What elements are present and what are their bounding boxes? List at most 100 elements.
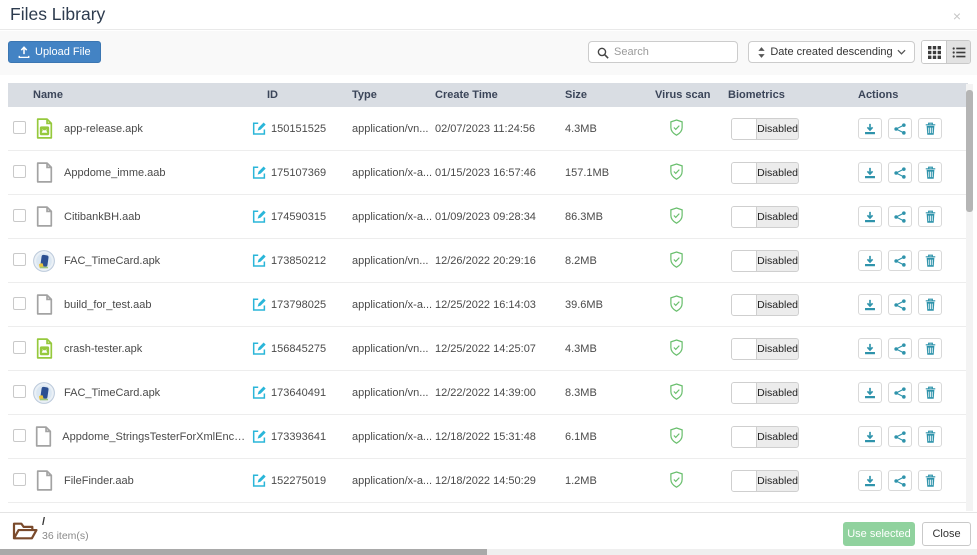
row-checkbox[interactable] xyxy=(13,120,26,134)
biometrics-toggle[interactable]: Disabled xyxy=(731,381,799,404)
biometrics-cell: Disabled xyxy=(728,161,858,184)
share-button[interactable] xyxy=(888,294,912,315)
row-checkbox[interactable] xyxy=(13,252,26,266)
share-icon xyxy=(894,342,906,355)
file-name-cell: crash-tester.apk xyxy=(33,338,252,359)
virus-scan-cell xyxy=(655,426,728,447)
edit-icon[interactable] xyxy=(252,297,267,312)
row-checkbox[interactable] xyxy=(13,472,26,486)
file-type: application/x-a... xyxy=(352,474,433,487)
table-row: CitibankBH.aab 174590315 application/x-a… xyxy=(8,195,968,239)
use-selected-button[interactable]: Use selected xyxy=(843,522,915,546)
delete-button[interactable] xyxy=(918,338,942,359)
horizontal-scrollbar-thumb[interactable] xyxy=(0,549,487,555)
row-checkbox[interactable] xyxy=(13,428,26,442)
file-name: FileFinder.aab xyxy=(64,474,134,487)
edit-icon[interactable] xyxy=(252,209,267,224)
edit-icon[interactable] xyxy=(252,165,267,180)
download-button[interactable] xyxy=(858,338,882,359)
trash-icon xyxy=(925,166,935,179)
checkbox-cell xyxy=(8,252,33,269)
biometrics-toggle[interactable]: Disabled xyxy=(731,117,799,140)
delete-button[interactable] xyxy=(918,294,942,315)
biometrics-toggle[interactable]: Disabled xyxy=(731,337,799,360)
share-button[interactable] xyxy=(888,338,912,359)
list-view-button[interactable] xyxy=(946,41,970,63)
share-button[interactable] xyxy=(888,118,912,139)
biometrics-cell: Disabled xyxy=(728,205,858,228)
biometrics-toggle[interactable]: Disabled xyxy=(731,425,799,448)
biometrics-toggle[interactable]: Disabled xyxy=(731,469,799,492)
search-input[interactable] xyxy=(614,42,734,62)
virus-scan-cell xyxy=(655,206,728,227)
edit-icon[interactable] xyxy=(252,385,267,400)
share-button[interactable] xyxy=(888,470,912,491)
upload-file-button[interactable]: Upload File xyxy=(8,41,101,63)
biometrics-toggle-knob xyxy=(732,206,758,227)
close-button[interactable]: Close xyxy=(922,522,971,546)
edit-icon[interactable] xyxy=(252,341,267,356)
share-button[interactable] xyxy=(888,426,912,447)
file-name-cell: FileFinder.aab xyxy=(33,470,252,491)
biometrics-toggle[interactable]: Disabled xyxy=(731,293,799,316)
view-toggle-group xyxy=(921,40,971,64)
delete-button[interactable] xyxy=(918,162,942,183)
share-button[interactable] xyxy=(888,382,912,403)
column-header-size: Size xyxy=(565,89,588,101)
row-checkbox[interactable] xyxy=(13,164,26,178)
biometrics-cell: Disabled xyxy=(728,249,858,272)
file-id-cell: 150151525 xyxy=(252,121,352,136)
close-icon[interactable]: × xyxy=(953,9,961,23)
delete-button[interactable] xyxy=(918,382,942,403)
file-id-cell: 175107369 xyxy=(252,165,352,180)
edit-icon[interactable] xyxy=(252,121,267,136)
app-logo-icon xyxy=(33,381,55,404)
sort-dropdown[interactable]: Date created descending xyxy=(748,41,915,63)
actions-cell xyxy=(858,294,968,315)
biometrics-toggle[interactable]: Disabled xyxy=(731,249,799,272)
download-button[interactable] xyxy=(858,382,882,403)
delete-button[interactable] xyxy=(918,426,942,447)
download-button[interactable] xyxy=(858,206,882,227)
row-checkbox[interactable] xyxy=(13,296,26,310)
delete-button[interactable] xyxy=(918,250,942,271)
file-created: 12/18/2022 15:31:48 xyxy=(435,430,536,443)
virus-scan-cell xyxy=(655,382,728,403)
edit-icon[interactable] xyxy=(252,473,267,488)
file-size: 157.1MB xyxy=(565,166,610,179)
biometrics-cell: Disabled xyxy=(728,337,858,360)
actions-cell xyxy=(858,426,968,447)
file-created: 12/25/2022 14:25:07 xyxy=(435,342,536,355)
file-name-cell: build_for_test.aab xyxy=(33,294,252,315)
vertical-scrollbar-thumb[interactable] xyxy=(966,90,973,212)
virus-scan-clean-shield-icon xyxy=(669,118,684,136)
delete-button[interactable] xyxy=(918,206,942,227)
edit-icon[interactable] xyxy=(252,429,267,444)
delete-button[interactable] xyxy=(918,470,942,491)
file-name: FAC_TimeCard.apk xyxy=(64,254,161,267)
file-type: application/x-a... xyxy=(352,298,433,311)
row-checkbox[interactable] xyxy=(13,208,26,222)
share-button[interactable] xyxy=(888,250,912,271)
grid-view-icon xyxy=(927,45,941,59)
actions-cell xyxy=(858,382,968,403)
download-button[interactable] xyxy=(858,250,882,271)
grid-view-button[interactable] xyxy=(922,41,946,63)
trash-icon xyxy=(925,122,935,135)
biometrics-toggle[interactable]: Disabled xyxy=(731,161,799,184)
download-button[interactable] xyxy=(858,162,882,183)
file-size: 6.1MB xyxy=(565,430,597,443)
download-button[interactable] xyxy=(858,294,882,315)
download-button[interactable] xyxy=(858,426,882,447)
delete-button[interactable] xyxy=(918,118,942,139)
download-button[interactable] xyxy=(858,118,882,139)
table-row: crash-tester.apk 156845275 application/v… xyxy=(8,327,968,371)
share-button[interactable] xyxy=(888,162,912,183)
biometrics-toggle[interactable]: Disabled xyxy=(731,205,799,228)
edit-icon[interactable] xyxy=(252,253,267,268)
row-checkbox[interactable] xyxy=(13,384,26,398)
row-checkbox[interactable] xyxy=(13,340,26,354)
download-button[interactable] xyxy=(858,470,882,491)
share-icon xyxy=(894,122,906,135)
share-button[interactable] xyxy=(888,206,912,227)
